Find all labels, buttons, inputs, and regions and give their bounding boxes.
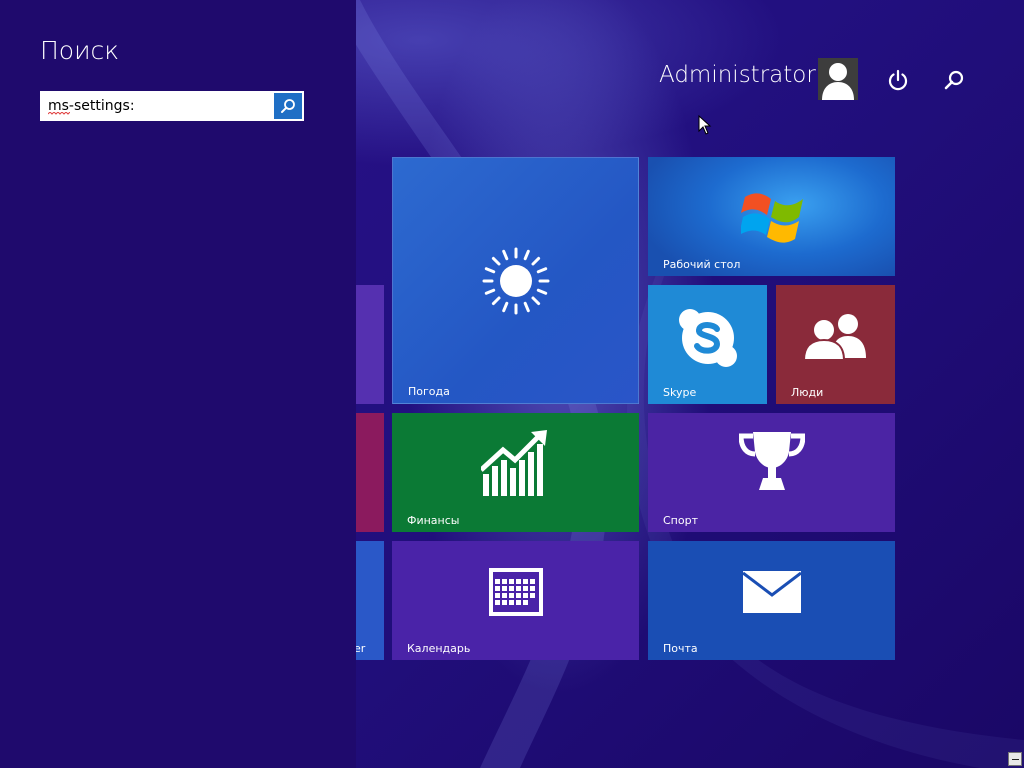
tile-mail[interactable]: Почта: [648, 541, 895, 660]
tile-partial-bottom-label: er: [356, 642, 366, 655]
tile-calendar[interactable]: Календарь: [392, 541, 639, 660]
tile-finance[interactable]: Финансы: [392, 413, 639, 532]
tile-weather[interactable]: Погода: [392, 157, 639, 404]
search-pane-title: Поиск: [40, 36, 120, 65]
start-search-button[interactable]: [940, 66, 968, 94]
tile-people-label: Люди: [791, 386, 824, 399]
tile-weather-label: Погода: [408, 385, 450, 398]
tile-sport-label: Спорт: [663, 514, 698, 527]
tile-partial-middle[interactable]: [356, 413, 384, 532]
search-icon: [281, 99, 295, 113]
user-silhouette-icon: [822, 63, 854, 100]
tile-partial-top[interactable]: [356, 285, 384, 404]
tile-sport[interactable]: Спорт: [648, 413, 895, 532]
search-input[interactable]: [40, 91, 274, 121]
power-icon: [888, 69, 908, 91]
search-submit-button[interactable]: [274, 93, 302, 119]
tile-desktop[interactable]: Рабочий стол: [648, 157, 895, 276]
mouse-cursor-icon: [698, 115, 712, 135]
tile-skype-label: Skype: [663, 386, 697, 399]
avatar[interactable]: [818, 58, 858, 100]
search-icon: [944, 70, 964, 90]
tile-people[interactable]: Люди: [776, 285, 895, 404]
tile-desktop-label: Рабочий стол: [663, 258, 741, 271]
tile-finance-label: Финансы: [407, 514, 460, 527]
tile-skype[interactable]: Skype: [648, 285, 767, 404]
power-button[interactable]: [884, 66, 912, 94]
tile-mail-label: Почта: [663, 642, 698, 655]
user-name[interactable]: Administrator: [659, 62, 816, 88]
start-screen: er Погода Рабочий стол Skype Люди Финанс…: [0, 0, 1024, 768]
tile-calendar-label: Календарь: [407, 642, 471, 655]
search-pane: Поиск: [0, 0, 356, 768]
tile-partial-bottom[interactable]: er: [356, 541, 384, 660]
search-box[interactable]: [40, 91, 304, 121]
spellcheck-underline: [48, 112, 70, 115]
sun-icon: [393, 158, 638, 403]
corner-minimize-icon[interactable]: [1008, 752, 1022, 766]
